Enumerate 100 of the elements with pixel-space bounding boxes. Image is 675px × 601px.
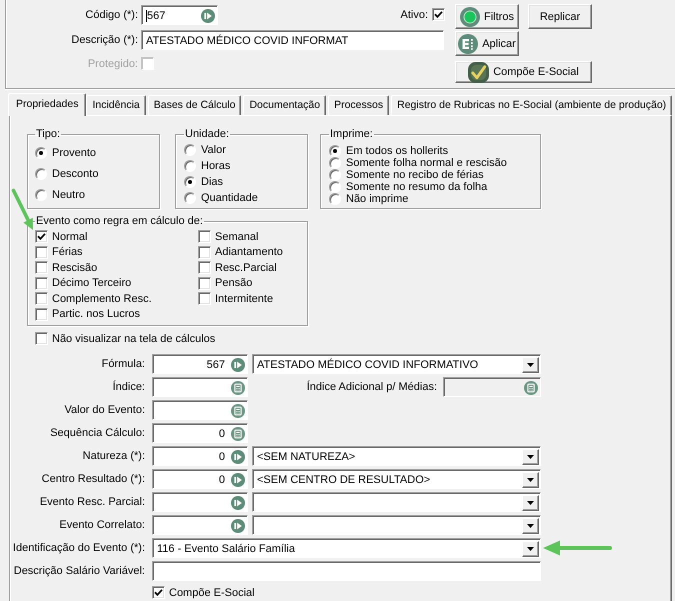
checkbox-label[interactable]: Normal — [52, 230, 88, 243]
dropdown[interactable]: <SEM NATUREZA> — [252, 446, 541, 466]
checkbox-label[interactable]: Não visualizar na tela de cálculos — [52, 332, 216, 344]
tab[interactable]: Processos — [328, 95, 390, 115]
caret-down-icon[interactable] — [527, 362, 534, 366]
checkbox-label[interactable]: Férias — [52, 246, 83, 258]
apply-button[interactable]: Aplicar — [455, 31, 519, 56]
checkbox-label[interactable]: Adiantamento — [215, 246, 283, 258]
checkbox-label[interactable]: Intermitente — [215, 292, 274, 305]
calculator-icon[interactable] — [231, 380, 245, 394]
checkbox-label[interactable]: Pensão — [215, 277, 252, 290]
checkbox[interactable] — [35, 292, 48, 306]
radio-label[interactable]: Desconto — [52, 168, 98, 180]
radio-label[interactable]: Provento — [52, 146, 96, 158]
number-field[interactable] — [152, 377, 248, 397]
caret-down-icon[interactable] — [527, 546, 534, 550]
tab[interactable]: Documentação — [243, 95, 326, 115]
dropdown[interactable]: <SEM CENTRO DE RESULTADO> — [252, 469, 541, 489]
replicate-button[interactable]: Replicar — [528, 4, 592, 29]
checkbox[interactable] — [35, 308, 48, 321]
checkbox[interactable] — [35, 230, 48, 244]
number-field[interactable]: 0 — [152, 446, 248, 466]
checkbox[interactable] — [35, 261, 48, 274]
checkbox[interactable] — [35, 332, 48, 345]
play-icon[interactable] — [231, 450, 245, 464]
dropdown[interactable] — [252, 515, 541, 535]
tab[interactable]: Registro de Rubricas no E-Social (ambiente de produção) — [391, 95, 672, 115]
number-field[interactable] — [152, 515, 248, 535]
radio-button[interactable] — [329, 145, 341, 157]
dropdown-button[interactable] — [522, 540, 539, 556]
play-icon[interactable] — [231, 358, 245, 372]
checkbox[interactable] — [198, 276, 211, 290]
radio-label[interactable]: Dias — [201, 176, 224, 188]
dropdown-button[interactable] — [522, 356, 539, 372]
dropdown-button[interactable] — [522, 472, 539, 488]
dropdown[interactable]: 116 - Evento Salário Família — [152, 538, 541, 558]
checkbox-label[interactable]: Décimo Terceiro — [52, 277, 132, 290]
text-field[interactable]: ATESTADO MÉDICO COVID INFORMAT — [141, 30, 444, 50]
radio-button[interactable] — [184, 176, 196, 188]
caret-down-icon[interactable] — [527, 524, 534, 528]
radio-button[interactable] — [184, 160, 196, 172]
dropdown[interactable]: ATESTADO MÉDICO COVID INFORMATIVO — [252, 354, 541, 374]
tab[interactable]: Bases de Cálculo — [148, 95, 242, 115]
code-field[interactable]: 567 — [141, 5, 218, 25]
radio-label[interactable]: Quantidade — [201, 192, 258, 204]
radio-label[interactable]: Horas — [201, 160, 230, 172]
checkbox[interactable] — [35, 276, 48, 290]
checkbox-label[interactable]: Partic. nos Lucros — [52, 308, 140, 320]
checkbox[interactable] — [198, 292, 211, 306]
checkbox[interactable] — [152, 586, 165, 599]
number-field[interactable] — [152, 492, 248, 512]
radio-button[interactable] — [184, 192, 196, 204]
play-icon[interactable] — [201, 8, 215, 22]
number-field[interactable]: 0 — [152, 469, 248, 489]
tab[interactable]: Incidência — [86, 95, 146, 115]
dropdown-button[interactable] — [522, 448, 539, 464]
radio-label[interactable]: Não imprime — [346, 193, 408, 205]
checkbox-label[interactable]: Semanal — [215, 230, 258, 243]
dropdown-button[interactable] — [522, 518, 539, 534]
checkbox-label[interactable]: Compõe E-Social — [169, 586, 255, 598]
radio-button[interactable] — [329, 157, 341, 169]
number-field[interactable]: 567 — [152, 354, 248, 374]
radio-button[interactable] — [329, 181, 341, 193]
radio-button[interactable] — [35, 168, 47, 180]
radio-button[interactable] — [329, 193, 341, 205]
caret-down-icon[interactable] — [527, 454, 534, 458]
caret-down-icon[interactable] — [527, 478, 534, 482]
tab[interactable]: Propriedades — [8, 93, 86, 116]
number-field[interactable]: 0 — [152, 423, 248, 443]
play-icon[interactable] — [231, 496, 245, 510]
play-icon[interactable] — [231, 472, 245, 486]
checkbox[interactable] — [198, 230, 211, 244]
esocial-button[interactable]: Compõe E-Social — [455, 61, 592, 83]
checkbox[interactable] — [198, 246, 211, 259]
dropdown-button[interactable] — [522, 494, 539, 510]
caret-down-icon[interactable] — [527, 500, 534, 504]
radio-label[interactable]: Em todos os hollerits — [346, 145, 448, 157]
radio-label[interactable]: Neutro — [52, 188, 86, 200]
radio-button[interactable] — [35, 146, 47, 158]
calculator-icon[interactable] — [231, 426, 245, 440]
checkbox[interactable] — [432, 8, 445, 21]
calculator-icon[interactable] — [231, 404, 245, 418]
text-field[interactable] — [152, 561, 541, 581]
checkbox-label[interactable]: Rescisão — [52, 262, 98, 274]
number-field[interactable] — [152, 400, 248, 420]
checkbox[interactable] — [198, 261, 211, 274]
checkbox-label[interactable]: Resc.Parcial — [215, 262, 277, 274]
filter-button[interactable]: Filtros — [455, 4, 519, 29]
checkbox-label[interactable]: Complemento Resc. — [52, 292, 152, 305]
radio-button[interactable] — [329, 169, 341, 181]
checkbox-label[interactable]: Ativo: — [400, 8, 428, 20]
radio-label[interactable]: Valor — [201, 144, 226, 156]
radio-label[interactable]: Somente no resumo da folha — [346, 181, 488, 193]
checkbox[interactable] — [35, 246, 48, 259]
dropdown[interactable] — [252, 492, 541, 512]
radio-label[interactable]: Somente no recibo de férias — [346, 169, 484, 181]
radio-button[interactable] — [35, 188, 47, 200]
play-icon[interactable] — [231, 518, 245, 532]
radio-button[interactable] — [184, 144, 196, 156]
radio-label[interactable]: Somente folha normal e rescisão — [346, 157, 507, 169]
